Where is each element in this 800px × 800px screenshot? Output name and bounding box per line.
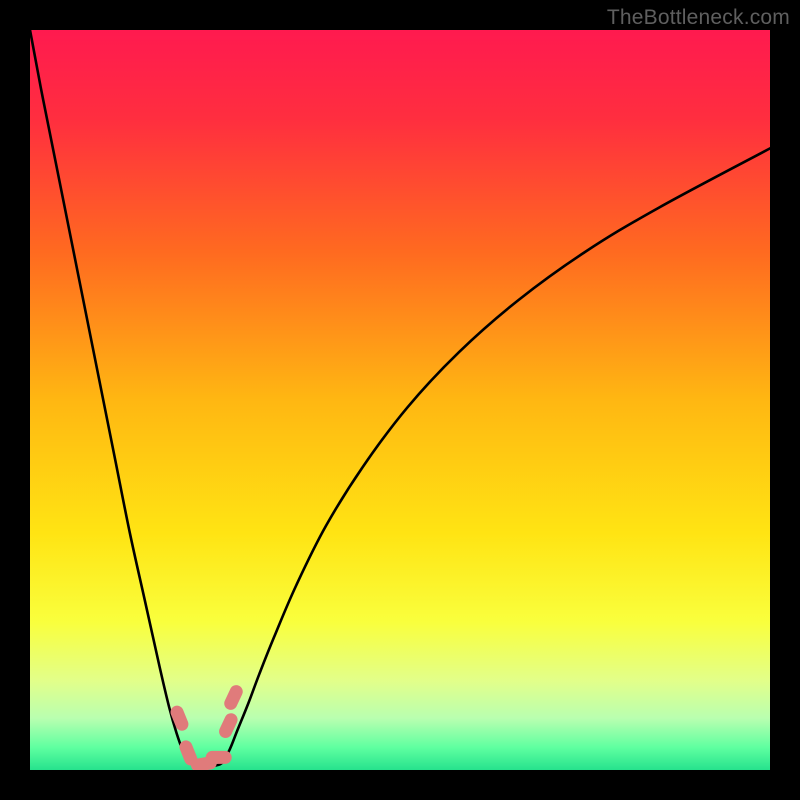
watermark-text: TheBottleneck.com	[607, 6, 790, 30]
series-right-branch	[222, 148, 770, 762]
series-left-branch	[30, 30, 189, 763]
curve-layer	[30, 30, 770, 770]
marker-point	[206, 751, 232, 764]
outer-frame: TheBottleneck.com	[0, 0, 800, 800]
plot-area	[30, 30, 770, 770]
marker-point	[222, 683, 245, 712]
